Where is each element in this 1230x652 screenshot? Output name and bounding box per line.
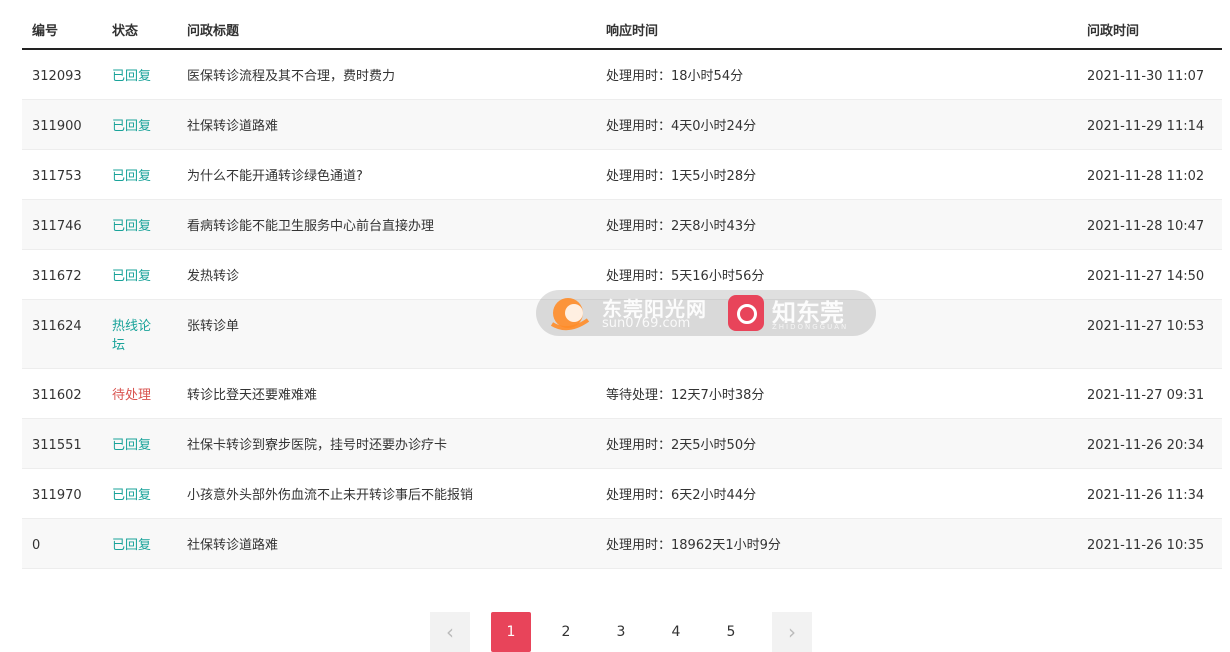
page-button-1[interactable]: 1 [491,612,531,652]
row-status[interactable]: 已回复 [112,486,160,505]
table-row[interactable]: 311900 已回复 社保转诊道路难 处理用时：4天0小时24分 2021-11-29 … [22,100,1222,150]
row-id: 311672 [32,269,82,284]
row-title-link[interactable]: 社保卡转诊到寮步医院，挂号时还要办诊疗卡 [187,436,447,455]
row-id: 312093 [32,69,82,84]
sun0769-logo-icon [550,298,590,331]
watermark-brand2-sub: ZHIDONGGUAN [772,323,849,331]
row-title-link[interactable]: 张转诊单 [187,317,239,336]
row-response-time: 处理用时：2天5小时50分 [606,438,757,453]
column-header-response: 响应时间 [606,24,659,39]
pagination: ‹ 12345 › [430,612,820,652]
table-row[interactable]: 311551 已回复 社保卡转诊到寮步医院，挂号时还要办诊疗卡 处理用时：2天5小时5… [22,419,1222,469]
chevron-right-icon: › [788,620,796,644]
row-response-time: 等待处理：12天7小时38分 [606,388,765,403]
row-title-link[interactable]: 社保转诊道路难 [187,536,278,555]
row-response-time: 处理用时：4天0小时24分 [606,119,757,134]
watermark: 东莞阳光网 sun0769.com 知东莞 ZHIDONGGUAN [536,290,876,336]
table-row[interactable]: 311753 已回复 为什么不能开通转诊绿色通道? 处理用时：1天5小时28分 2021… [22,150,1222,200]
row-petition-time: 2021-11-27 10:53 [1087,319,1205,334]
table-row[interactable]: 312093 已回复 医保转诊流程及其不合理，费时费力 处理用时：18小时54分 202… [22,50,1222,100]
row-response-time: 处理用时：18962天1小时9分 [606,538,781,553]
row-petition-time: 2021-11-28 11:02 [1087,169,1205,184]
row-id: 311602 [32,388,82,403]
page-button-5[interactable]: 5 [711,612,751,652]
row-petition-time: 2021-11-30 11:07 [1087,69,1205,84]
row-title-link[interactable]: 医保转诊流程及其不合理，费时费力 [187,67,395,86]
row-id: 311970 [32,488,82,503]
row-id: 0 [32,538,41,553]
row-title-link[interactable]: 小孩意外头部外伤血流不止未开转诊事后不能报销 [187,486,473,505]
column-header-status: 状态 [112,24,139,39]
row-title-link[interactable]: 为什么不能开通转诊绿色通道? [187,167,363,186]
prev-page-button[interactable]: ‹ [430,612,470,652]
row-id: 311746 [32,219,82,234]
row-petition-time: 2021-11-26 10:35 [1087,538,1205,553]
row-status[interactable]: 已回复 [112,267,160,286]
row-status[interactable]: 已回复 [112,536,160,555]
row-petition-time: 2021-11-27 14:50 [1087,269,1205,284]
row-status[interactable]: 已回复 [112,217,160,236]
row-title-link[interactable]: 发热转诊 [187,267,239,286]
zhidongguan-logo-icon [728,295,764,331]
row-id: 311900 [32,119,82,134]
row-status[interactable]: 已回复 [112,167,160,186]
row-response-time: 处理用时：18小时54分 [606,69,744,84]
row-status[interactable]: 已回复 [112,436,160,455]
row-petition-time: 2021-11-29 11:14 [1087,119,1205,134]
table-row[interactable]: 311746 已回复 看病转诊能不能卫生服务中心前台直接办理 处理用时：2天8小时43… [22,200,1222,250]
row-id: 311624 [32,319,82,334]
row-id: 311551 [32,438,82,453]
row-status[interactable]: 待处理 [112,386,160,405]
row-status[interactable]: 已回复 [112,67,160,86]
page-button-4[interactable]: 4 [656,612,696,652]
row-id: 311753 [32,169,82,184]
row-status[interactable]: 热线论坛 [112,317,160,355]
row-petition-time: 2021-11-26 11:34 [1087,488,1205,503]
table-row[interactable]: 311602 待处理 转诊比登天还要难难难 等待处理：12天7小时38分 2021-11… [22,369,1222,419]
petition-table: 编号 状态 问政标题 响应时间 问政时间 312093 已回复 医保转诊流程及其不合… [22,0,1222,569]
table-row[interactable]: 0 已回复 社保转诊道路难 处理用时：18962天1小时9分 2021-11-26 10… [22,519,1222,569]
row-title-link[interactable]: 社保转诊道路难 [187,117,278,136]
row-title-link[interactable]: 转诊比登天还要难难难 [187,386,317,405]
row-response-time: 处理用时：2天8小时43分 [606,219,757,234]
row-title-link[interactable]: 看病转诊能不能卫生服务中心前台直接办理 [187,217,434,236]
row-response-time: 处理用时：6天2小时44分 [606,488,757,503]
row-petition-time: 2021-11-28 10:47 [1087,219,1205,234]
row-response-time: 处理用时：5天16小时56分 [606,269,765,284]
row-petition-time: 2021-11-26 20:34 [1087,438,1205,453]
watermark-brand1-url: sun0769.com [602,316,691,331]
row-petition-time: 2021-11-27 09:31 [1087,388,1205,403]
column-header-time: 问政时间 [1087,24,1140,39]
chevron-left-icon: ‹ [446,620,454,644]
column-header-title: 问政标题 [187,24,240,39]
column-header-id: 编号 [32,24,59,39]
page-button-3[interactable]: 3 [601,612,641,652]
row-response-time: 处理用时：1天5小时28分 [606,169,757,184]
row-status[interactable]: 已回复 [112,117,160,136]
next-page-button[interactable]: › [772,612,812,652]
table-row[interactable]: 311970 已回复 小孩意外头部外伤血流不止未开转诊事后不能报销 处理用时：6天2小… [22,469,1222,519]
page-button-2[interactable]: 2 [546,612,586,652]
table-header: 编号 状态 问政标题 响应时间 问政时间 [22,0,1222,50]
